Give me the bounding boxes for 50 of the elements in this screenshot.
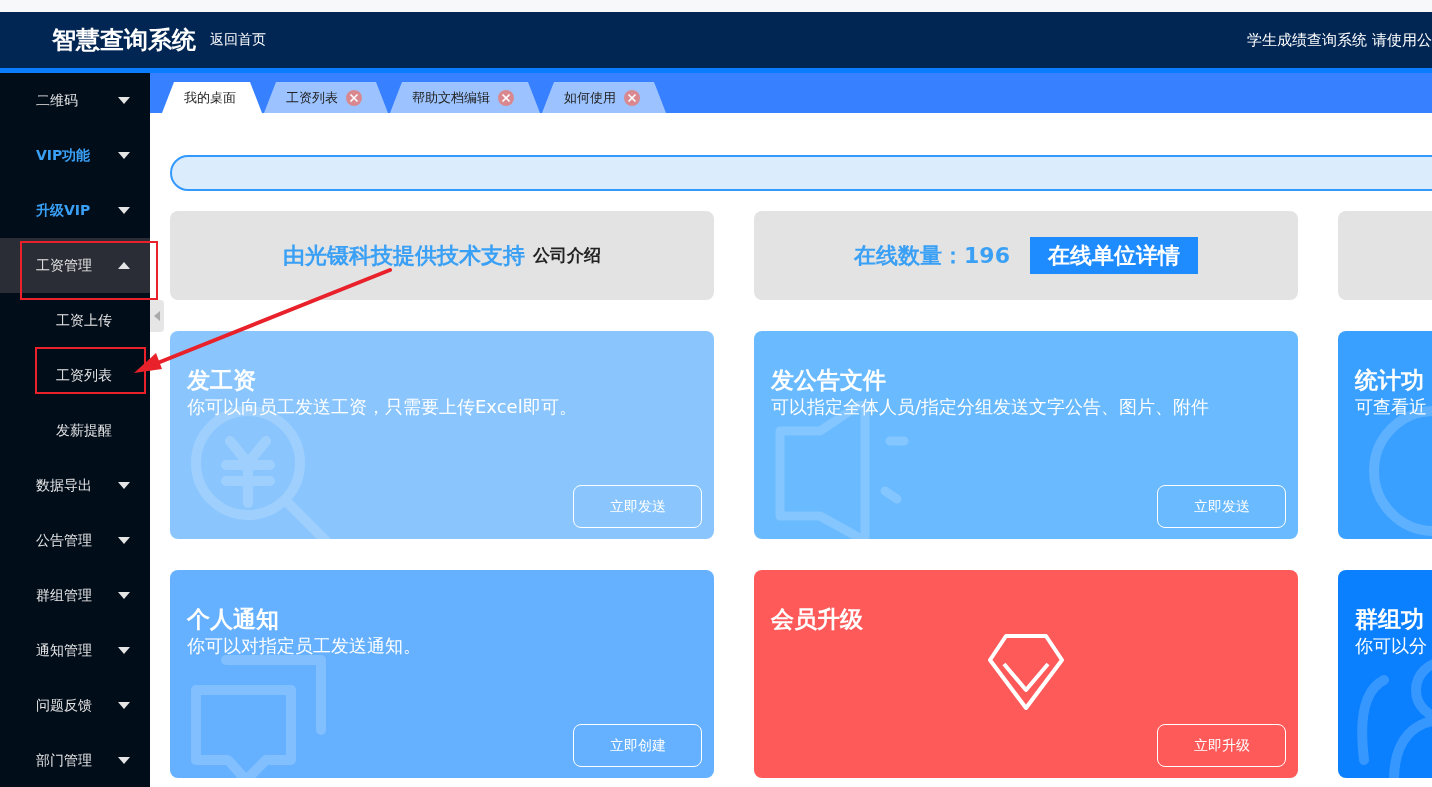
close-icon[interactable] — [624, 89, 640, 106]
tab[interactable]: 我的桌面 — [162, 82, 262, 113]
caret-down-icon — [118, 152, 130, 159]
sidebar-subitem[interactable]: 发薪提醒 — [0, 403, 150, 458]
caret-down-icon — [118, 97, 130, 104]
tab[interactable]: 帮助文档编辑 — [390, 82, 540, 113]
card-title: 群组功 — [1355, 605, 1425, 634]
sidebar-item[interactable]: 部门管理 — [0, 733, 150, 787]
sidebar-item[interactable]: 群组管理 — [0, 568, 150, 623]
sidebar-item[interactable]: 通知管理 — [0, 623, 150, 678]
card-description: 你可以向员工发送工资，只需要上传Excel即可。 — [187, 395, 578, 419]
close-icon[interactable] — [346, 89, 362, 106]
diamond-icon — [986, 632, 1066, 712]
caret-up-icon — [118, 262, 130, 269]
header-notice: 学生成绩查询系统 请使用公 — [1247, 30, 1432, 50]
card-description: 你可以对指定员工发送通知。 — [187, 634, 422, 658]
app-title: 智慧查询系统 — [52, 25, 196, 56]
sidebar-item[interactable]: 公告管理 — [0, 513, 150, 568]
caret-down-icon — [118, 702, 130, 709]
sidebar-item[interactable]: 数据导出 — [0, 458, 150, 513]
tab[interactable]: 工资列表 — [264, 82, 388, 113]
card-description: 可查看近 — [1355, 395, 1428, 419]
card-title: 发公告文件 — [771, 366, 887, 395]
card-description: 可以指定全体人员/指定分组发送文字公告、图片、附件 — [771, 395, 1211, 419]
online-count: 在线数量：196 — [854, 241, 1010, 270]
card-title: 发工资 — [187, 366, 257, 395]
caret-down-icon — [118, 482, 130, 489]
caret-left-icon — [154, 311, 160, 321]
support-text: 由光镊科技提供技术支持 — [283, 241, 525, 270]
sidebar-item[interactable]: 升级VIP — [0, 183, 150, 238]
card-description: 你可以分 — [1355, 634, 1428, 658]
tab[interactable]: 如何使用 — [542, 82, 666, 113]
card-title: 个人通知 — [187, 605, 280, 634]
caret-down-icon — [118, 592, 130, 599]
sidebar-item[interactable]: 问题反馈 — [0, 678, 150, 733]
sidebar-item[interactable]: 二维码 — [0, 73, 150, 128]
caret-down-icon — [118, 537, 130, 544]
card-title: 统计功 — [1355, 366, 1425, 395]
sidebar-subitem[interactable]: 工资上传 — [0, 293, 150, 348]
home-link[interactable]: 返回首页 — [210, 31, 266, 49]
sidebar-item[interactable]: 工资管理 — [0, 238, 150, 293]
caret-down-icon — [118, 757, 130, 764]
company-link[interactable]: 公司介绍 — [533, 244, 601, 267]
card-title: 会员升级 — [771, 605, 864, 634]
caret-down-icon — [118, 207, 130, 214]
sidebar-subitem[interactable]: 工资列表 — [0, 348, 150, 403]
close-icon[interactable] — [498, 89, 514, 106]
sidebar-item[interactable]: VIP功能 — [0, 128, 150, 183]
caret-down-icon — [118, 647, 130, 654]
collapse-handle[interactable] — [150, 300, 164, 332]
